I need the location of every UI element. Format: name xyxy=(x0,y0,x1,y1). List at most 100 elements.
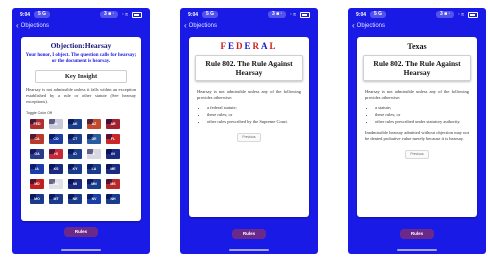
back-button[interactable]: ‹ Objections xyxy=(180,21,318,30)
phone-screen-objection: 9:04 5 G 3 ■ · · ≈ ‹ Objections Objection:… xyxy=(12,8,150,254)
state-flag-button[interactable]: CO xyxy=(49,134,63,144)
battery-icon xyxy=(468,11,478,18)
state-flag-button[interactable]: MD xyxy=(30,179,44,189)
phone-screen-texas-rule: 9:04 5 G 3 ■ · · ≈ ‹ Objections Texas Rule… xyxy=(348,8,486,254)
state-flag-button[interactable]: DE xyxy=(87,134,101,144)
toggle-color-button[interactable]: Toggle Color Off xyxy=(26,111,136,115)
status-pill: 3 ■ · xyxy=(435,11,455,18)
state-flag-label: MA xyxy=(53,182,59,186)
rule-list: a federal statute; these rules; or other… xyxy=(189,105,309,125)
signal-pill: 5 G xyxy=(370,11,387,18)
state-flag-button[interactable]: ID xyxy=(68,149,82,159)
status-pill: 3 ■ · xyxy=(267,11,287,18)
state-flag-button[interactable]: IL xyxy=(87,149,101,159)
objection-title: Objection:Hearsay xyxy=(50,41,112,50)
rules-button[interactable]: Rules xyxy=(64,227,98,237)
state-flag-button[interactable]: CA xyxy=(30,134,44,144)
state-flag-button[interactable]: LA xyxy=(87,164,101,174)
state-flag-label: ME xyxy=(110,167,116,171)
state-flag-button[interactable]: FED xyxy=(30,119,44,129)
state-flag-label: LA xyxy=(91,167,97,171)
state-flag-button[interactable]: CT xyxy=(68,134,82,144)
previous-button[interactable]: Previous xyxy=(405,150,429,159)
state-flag-button[interactable]: NV xyxy=(87,194,101,204)
home-indicator xyxy=(229,249,269,251)
back-label: Objections xyxy=(188,22,218,29)
state-flag-label: DE xyxy=(91,137,97,141)
chevron-left-icon: ‹ xyxy=(16,20,19,30)
status-bar: 9:04 5 G 3 ■ · · ≈ xyxy=(180,8,318,21)
state-flag-button[interactable]: MA xyxy=(49,179,63,189)
state-flag-label: NE xyxy=(72,197,78,201)
federal-header: FEDERAL xyxy=(220,41,278,51)
status-bar: 9:04 5 G 3 ■ · · ≈ xyxy=(348,8,486,21)
rule-intro: Hearsay is not admissible unless any of … xyxy=(197,89,301,100)
state-flag-button[interactable]: HI xyxy=(49,149,63,159)
state-flag-label: FED xyxy=(33,122,41,126)
clock: 9:04 xyxy=(188,11,199,18)
state-flag-button[interactable]: NH xyxy=(106,194,120,204)
state-flag-label: MI xyxy=(73,182,77,186)
state-flag-label: NV xyxy=(91,197,97,201)
federal-rule-card: FEDERAL Rule 802. The Rule Against Hears… xyxy=(189,37,309,217)
chevron-left-icon: ‹ xyxy=(352,20,355,30)
state-flag-button[interactable]: FL xyxy=(106,134,120,144)
list-item: a statute; xyxy=(375,105,469,111)
state-flag-label: MD xyxy=(34,182,40,186)
back-button[interactable]: ‹ Objections xyxy=(12,21,150,30)
state-flag-label: MT xyxy=(53,197,59,201)
state-flag-label: IL xyxy=(92,152,96,156)
state-flag-label: ID xyxy=(73,152,77,156)
state-flag-label: AR xyxy=(110,122,116,126)
rules-button[interactable]: Rules xyxy=(232,229,266,239)
signal-pill: 5 G xyxy=(202,11,219,18)
state-flag-button[interactable]: KS xyxy=(49,164,63,174)
back-button[interactable]: ‹ Objections xyxy=(348,21,486,30)
rule-extra: Inadmissible hearsay admitted without ob… xyxy=(365,130,469,141)
state-flag-button[interactable]: MT xyxy=(49,194,63,204)
list-item: these rules; or xyxy=(375,112,469,118)
list-item: other rules prescribed under statutory a… xyxy=(375,119,469,125)
state-flag-button[interactable]: MN xyxy=(87,179,101,189)
status-bar: 9:04 5 G 3 ■ · · ≈ xyxy=(12,8,150,21)
home-indicator xyxy=(61,249,101,251)
objection-card: Objection:Hearsay Your honor, I object. … xyxy=(21,37,141,221)
state-flag-label: NH xyxy=(110,197,116,201)
state-flag-label: MN xyxy=(91,182,97,186)
state-flag-button[interactable]: AR xyxy=(106,119,120,129)
state-flag-button[interactable]: MI xyxy=(68,179,82,189)
state-flag-label: FL xyxy=(110,137,116,141)
state-flag-label: MO xyxy=(34,197,40,201)
state-flag-button[interactable]: KY xyxy=(68,164,82,174)
state-flag-button[interactable]: ME xyxy=(106,164,120,174)
rules-button[interactable]: Rules xyxy=(400,229,434,239)
state-flag-button[interactable]: MO xyxy=(30,194,44,204)
key-insight-button[interactable]: Key Insight xyxy=(35,70,127,83)
state-flag-button[interactable]: AZ xyxy=(87,119,101,129)
rule-intro: Hearsay is not admissible unless any of … xyxy=(365,89,469,100)
wifi-icon: · ≈ xyxy=(122,11,128,18)
battery-icon xyxy=(132,11,142,18)
list-item: other rules prescribed by the Supreme Co… xyxy=(207,119,301,125)
state-flag-button[interactable]: IN xyxy=(106,149,120,159)
state-flag-button[interactable]: NE xyxy=(68,194,82,204)
back-label: Objections xyxy=(356,22,386,29)
previous-button[interactable]: Previous xyxy=(237,133,261,142)
battery-icon xyxy=(300,11,310,18)
state-flag-label: CA xyxy=(34,137,40,141)
wifi-icon: · ≈ xyxy=(458,11,464,18)
state-flag-label: GA xyxy=(34,152,40,156)
state-flag-button[interactable]: GA xyxy=(30,149,44,159)
state-flag-label: KS xyxy=(53,167,59,171)
objection-statement: Your honor, I object. The question calls… xyxy=(25,53,137,64)
state-flag-label: AK xyxy=(72,122,78,126)
rule-list: a statute; these rules; or other rules p… xyxy=(357,105,477,125)
state-flag-button[interactable]: AK xyxy=(68,119,82,129)
back-label: Objections xyxy=(20,22,50,29)
jurisdiction-flag-grid: FED AL AK AZ AR CA CO CT DE FL GA HI ID IL IN IA KS KY LA M… xyxy=(30,119,141,204)
state-flag-label: CO xyxy=(53,137,59,141)
state-flag-button[interactable]: IA xyxy=(30,164,44,174)
state-flag-button[interactable]: MS xyxy=(106,179,120,189)
state-flag-button[interactable]: AL xyxy=(49,119,63,129)
state-flag-label: KY xyxy=(72,167,78,171)
